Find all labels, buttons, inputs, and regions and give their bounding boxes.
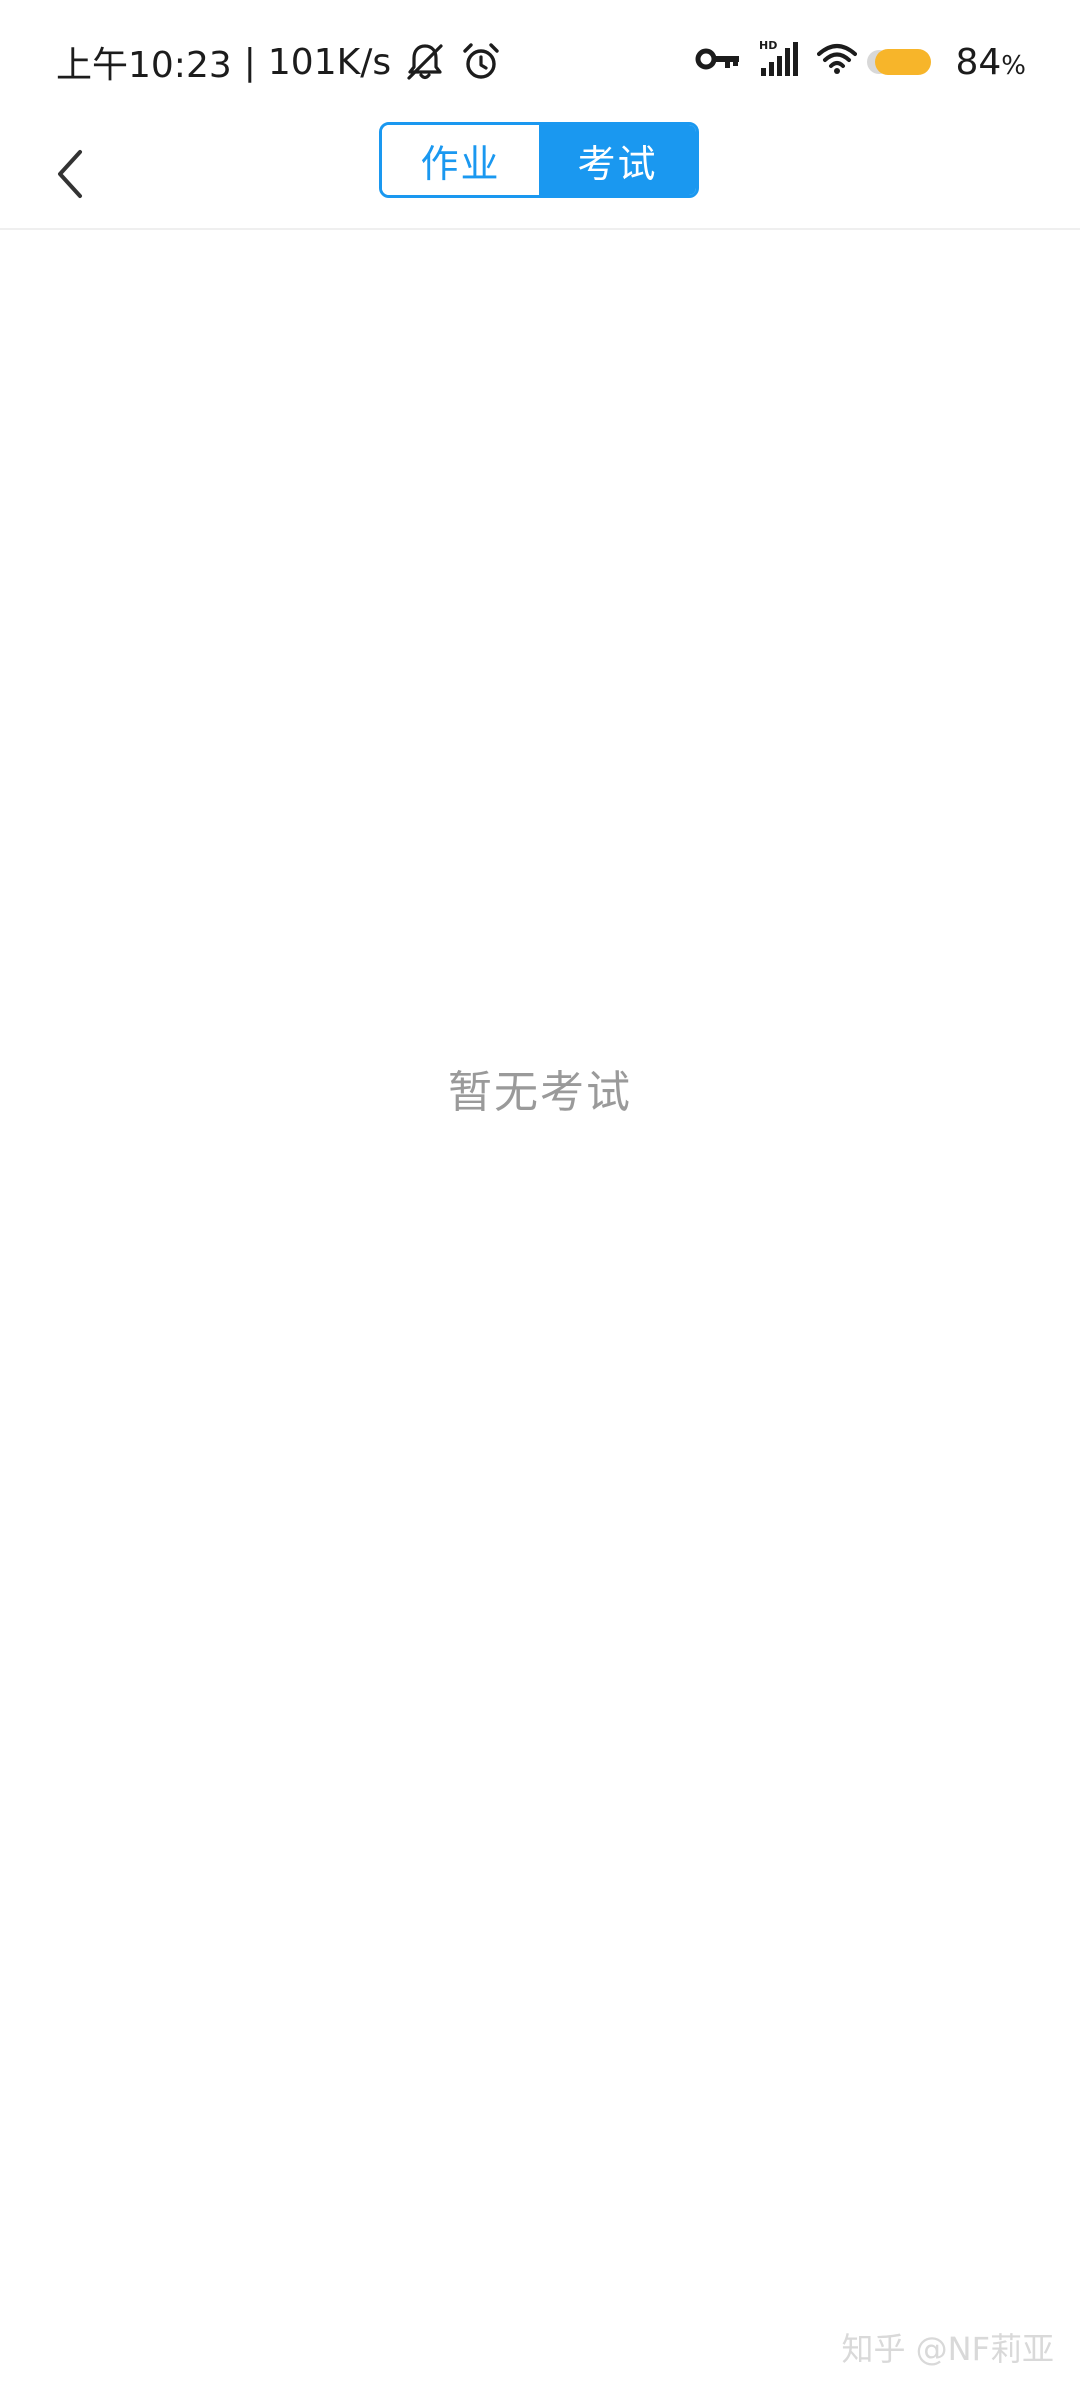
tab-exam[interactable]: 考试 — [539, 125, 696, 195]
status-bar: 上午10:23 | 101K/s HD 84% — [0, 0, 1080, 120]
vpn-key-icon — [695, 42, 741, 82]
status-left: 上午10:23 | 101K/s — [56, 36, 503, 88]
battery-percent-sign: % — [1001, 50, 1026, 81]
status-time: 上午10:23 — [56, 45, 232, 86]
status-separator: | — [243, 41, 256, 83]
tab-switcher: 作业 考试 — [379, 122, 699, 198]
tab-homework[interactable]: 作业 — [382, 125, 539, 195]
nav-bar: 作业 考试 — [0, 120, 1080, 230]
battery-icon — [867, 49, 932, 75]
main-content — [0, 230, 1080, 2400]
back-button[interactable] — [30, 134, 110, 214]
watermark: 知乎 @NF莉亚 — [841, 2330, 1054, 2368]
hd-signal-icon: HD — [759, 38, 799, 87]
bell-muted-icon — [403, 40, 447, 84]
battery-percent: 84% — [955, 42, 1026, 83]
alarm-icon — [459, 40, 503, 84]
status-right: HD 84% — [695, 36, 1026, 88]
chevron-left-icon — [58, 150, 82, 198]
network-speed: 101K/s — [267, 41, 392, 83]
battery-percent-value: 84 — [955, 41, 1002, 83]
wifi-icon — [817, 42, 858, 83]
empty-state-message: 暂无考试 — [448, 1067, 632, 1118]
svg-text:HD: HD — [759, 39, 777, 52]
